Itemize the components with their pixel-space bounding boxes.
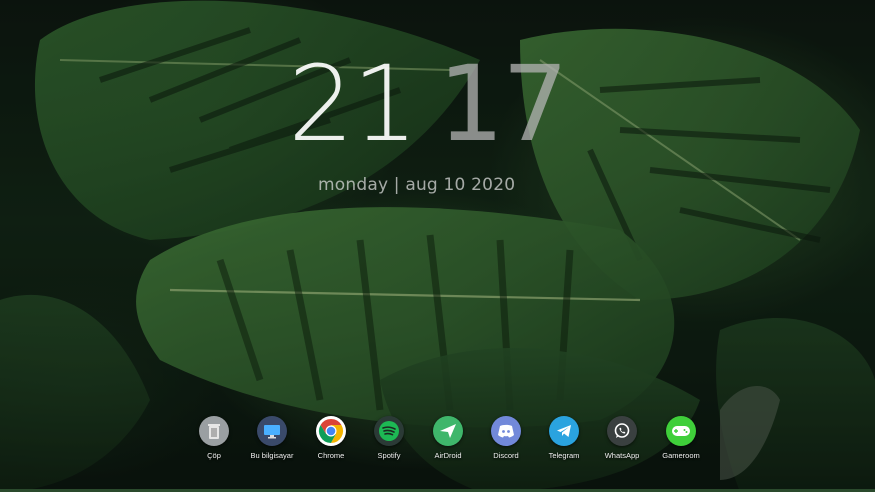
date-label: monday | aug 10 2020 bbox=[318, 175, 516, 195]
clock-hours: 21 bbox=[288, 43, 418, 165]
dock-label-this-pc: Bu bilgisayar bbox=[250, 451, 294, 460]
dock-item-telegram[interactable]: Telegram bbox=[534, 416, 594, 460]
trash-icon bbox=[199, 416, 229, 446]
dock-item-trash[interactable]: Çöp bbox=[184, 416, 244, 460]
discord-icon bbox=[491, 416, 521, 446]
dock-label-chrome: Chrome bbox=[317, 451, 345, 460]
dock-label-whatsapp: WhatsApp bbox=[604, 451, 640, 460]
dock-item-gameroom[interactable]: Gameroom bbox=[651, 416, 711, 460]
whatsapp-icon bbox=[607, 416, 637, 446]
dock-item-this-pc[interactable]: Bu bilgisayar bbox=[242, 416, 302, 460]
dock-label-discord: Discord bbox=[493, 451, 519, 460]
dock-label-spotify: Spotify bbox=[377, 451, 401, 460]
gameroom-icon bbox=[666, 416, 696, 446]
dock-item-chrome[interactable]: Chrome bbox=[301, 416, 361, 460]
dock-label-gameroom: Gameroom bbox=[662, 451, 700, 460]
dock-label-trash: Çöp bbox=[207, 451, 221, 460]
telegram-icon bbox=[549, 416, 579, 446]
spotify-icon bbox=[374, 416, 404, 446]
clock-widget: 21 17 bbox=[288, 52, 578, 162]
dock-item-spotify[interactable]: Spotify bbox=[359, 416, 419, 460]
dock-label-telegram: Telegram bbox=[548, 451, 580, 460]
dock-item-airdroid[interactable]: AirDroid bbox=[418, 416, 478, 460]
clock-minutes: 17 bbox=[438, 43, 568, 165]
dock-item-discord[interactable]: Discord bbox=[476, 416, 536, 460]
chrome-icon bbox=[316, 416, 346, 446]
dock: Çöp Bu bilgisayar Chrome Spotify AirDroi… bbox=[192, 416, 712, 466]
desktop: 21 17 monday | aug 10 2020 Çöp Bu bilgis… bbox=[0, 0, 875, 492]
computer-icon bbox=[257, 416, 287, 446]
dock-item-whatsapp[interactable]: WhatsApp bbox=[592, 416, 652, 460]
airdroid-icon bbox=[433, 416, 463, 446]
dock-label-airdroid: AirDroid bbox=[434, 451, 462, 460]
